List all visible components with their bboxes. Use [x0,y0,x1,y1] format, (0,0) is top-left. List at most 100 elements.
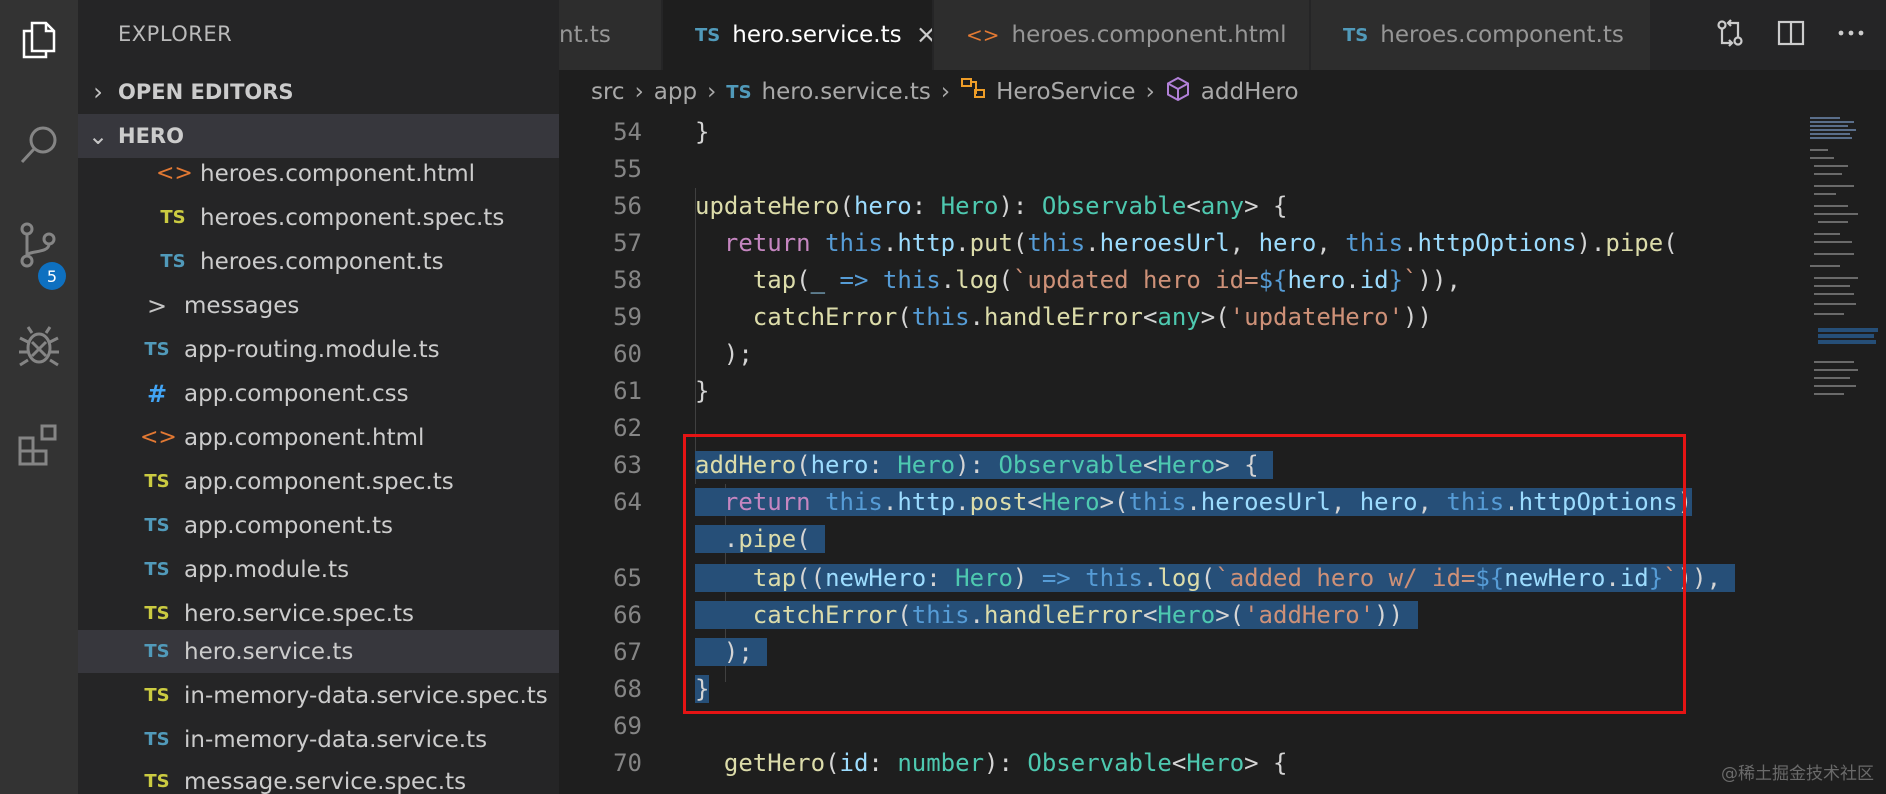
code-text: updateHero(hero: Hero): Observable<any> … [695,192,1288,220]
line-number: 67 [613,638,642,666]
project-label: HERO [118,124,184,148]
tree-item-label: in-memory-data.service.spec.ts [184,682,548,709]
line-number: 66 [613,601,642,629]
chevron-right-icon: › [634,79,644,105]
more-actions-icon[interactable] [1836,18,1866,52]
tab-label: heroes.component.ts [1380,22,1624,48]
activity-bar: 5 [0,0,78,794]
tree-item[interactable]: TS in-memory-data.service.spec.ts [78,674,559,717]
tab-truncated[interactable]: nt.ts [559,0,662,70]
ts-file-icon: TS [144,339,170,360]
explorer-icon[interactable] [0,5,78,75]
tree-item[interactable]: TS app-routing.module.ts [78,328,559,371]
chevron-right-icon: > [146,291,168,320]
ts-file-icon: TS [160,251,186,272]
sidebar-title: EXPLORER [118,22,233,46]
code-text: } [695,118,710,146]
tree-item[interactable]: # app.component.css [78,372,559,415]
tree-item-selected[interactable]: TS hero.service.ts [78,630,559,673]
tree-item-label: hero.service.ts [184,638,354,665]
ts-file-icon: TS [144,729,170,750]
html-file-icon: <> [966,23,1000,47]
ts-file-icon: TS [726,81,752,103]
code-text: return this.http.put(this.heroesUrl, her… [723,229,1678,257]
breadcrumb-item-app[interactable]: app [654,79,697,105]
code-line: 70 getHero(id: number): Observable<Hero>… [559,745,1799,782]
tree-item-label: heroes.component.spec.ts [200,204,505,231]
line-number: 65 [613,564,642,592]
code-text: catchError(this.handleError<any>('update… [752,303,1432,331]
tab-bar: nt.ts TS hero.service.ts × <> heroes.com… [559,0,1886,70]
tree-item-label: hero.service.spec.ts [184,600,415,627]
chevron-right-icon: › [1145,79,1155,105]
tab-heroes-component-html[interactable]: <> heroes.component.html [934,0,1310,70]
source-control-icon[interactable]: 5 [0,210,78,290]
close-icon[interactable]: × [916,20,932,50]
line-number: 60 [613,340,642,368]
code-text: tap(_ => this.log(`updated hero id=${her… [752,266,1461,294]
breadcrumb-item-src[interactable]: src [591,79,625,105]
ts-file-icon: TS [144,641,170,662]
tab-hero-service[interactable]: TS hero.service.ts × [663,0,933,70]
ts-spec-file-icon: TS [144,771,170,792]
chevron-right-icon: › [940,79,951,105]
tree-item[interactable]: TS heroes.component.ts [78,240,559,283]
tree-item[interactable]: TS in-memory-data.service.ts [78,718,559,761]
tree-item-label: app.component.html [184,424,425,451]
scm-badge: 5 [38,262,66,290]
line-number: 56 [613,192,642,220]
ts-file-icon: TS [144,515,170,536]
debug-icon[interactable] [0,310,78,380]
line-number: 69 [613,712,642,740]
extensions-icon[interactable] [0,410,78,480]
tree-item[interactable]: TS app.component.ts [78,504,559,547]
tree-item-label: app.component.ts [184,512,394,539]
code-line: 54 } [559,114,1799,151]
search-icon[interactable] [0,110,78,180]
tab-label: hero.service.ts [732,22,902,48]
ts-file-icon: TS [695,24,721,46]
ts-spec-file-icon: TS [144,471,170,492]
ts-file-icon: TS [1343,24,1369,46]
tab-heroes-component-ts[interactable]: TS heroes.component.ts [1311,0,1651,70]
code-line: 60 ); [559,336,1799,373]
line-number: 62 [613,414,642,442]
tree-item[interactable]: TS app.module.ts [78,548,559,591]
chevron-right-icon: › [707,79,717,105]
code-text: ); [723,340,753,368]
line-number: 57 [613,229,642,257]
breadcrumb-item-method[interactable]: addHero [1201,79,1299,105]
line-number: 58 [613,266,642,294]
tree-item-label: message.service.spec.ts [184,768,467,794]
tree-item[interactable]: TS hero.service.spec.ts [78,592,559,635]
tree-item-label: heroes.component.html [200,160,476,187]
code-line: 61 } [559,373,1799,410]
tree-item-label: messages [184,292,300,319]
explorer-sidebar: EXPLORER › OPEN EDITORS ⌄ HERO <> heroes… [78,0,559,794]
code-line: 59 catchError(this.handleError<any>('upd… [559,299,1799,336]
tree-item[interactable]: TS app.component.spec.ts [78,460,559,503]
line-number: 61 [613,377,642,405]
tree-item-label: app.component.spec.ts [184,468,454,495]
compare-changes-icon[interactable] [1714,17,1746,53]
ts-spec-file-icon: TS [160,207,186,228]
breadcrumb-item-file[interactable]: hero.service.ts [762,79,931,105]
tree-item[interactable]: <> heroes.component.html [78,152,559,195]
code-text: } [695,377,710,405]
chevron-right-icon: › [93,78,103,106]
breadcrumb-item-class[interactable]: HeroService [996,79,1135,105]
tree-item-label: in-memory-data.service.ts [184,726,488,753]
tab-label: heroes.component.html [1011,22,1287,48]
tree-item[interactable]: <> app.component.html [78,416,559,459]
tree-folder-messages[interactable]: > messages [78,284,559,327]
minimap[interactable] [1806,114,1886,414]
method-symbol-icon [1165,76,1191,108]
tree-item[interactable]: TS message.service.spec.ts [78,760,559,794]
tree-item[interactable]: TS heroes.component.spec.ts [78,196,559,239]
open-editors-section[interactable]: › OPEN EDITORS [78,70,559,116]
line-number: 54 [613,118,642,146]
css-file-icon: # [146,379,168,408]
html-file-icon: <> [156,161,193,186]
split-editor-icon[interactable] [1776,18,1806,52]
ts-spec-file-icon: TS [144,603,170,624]
